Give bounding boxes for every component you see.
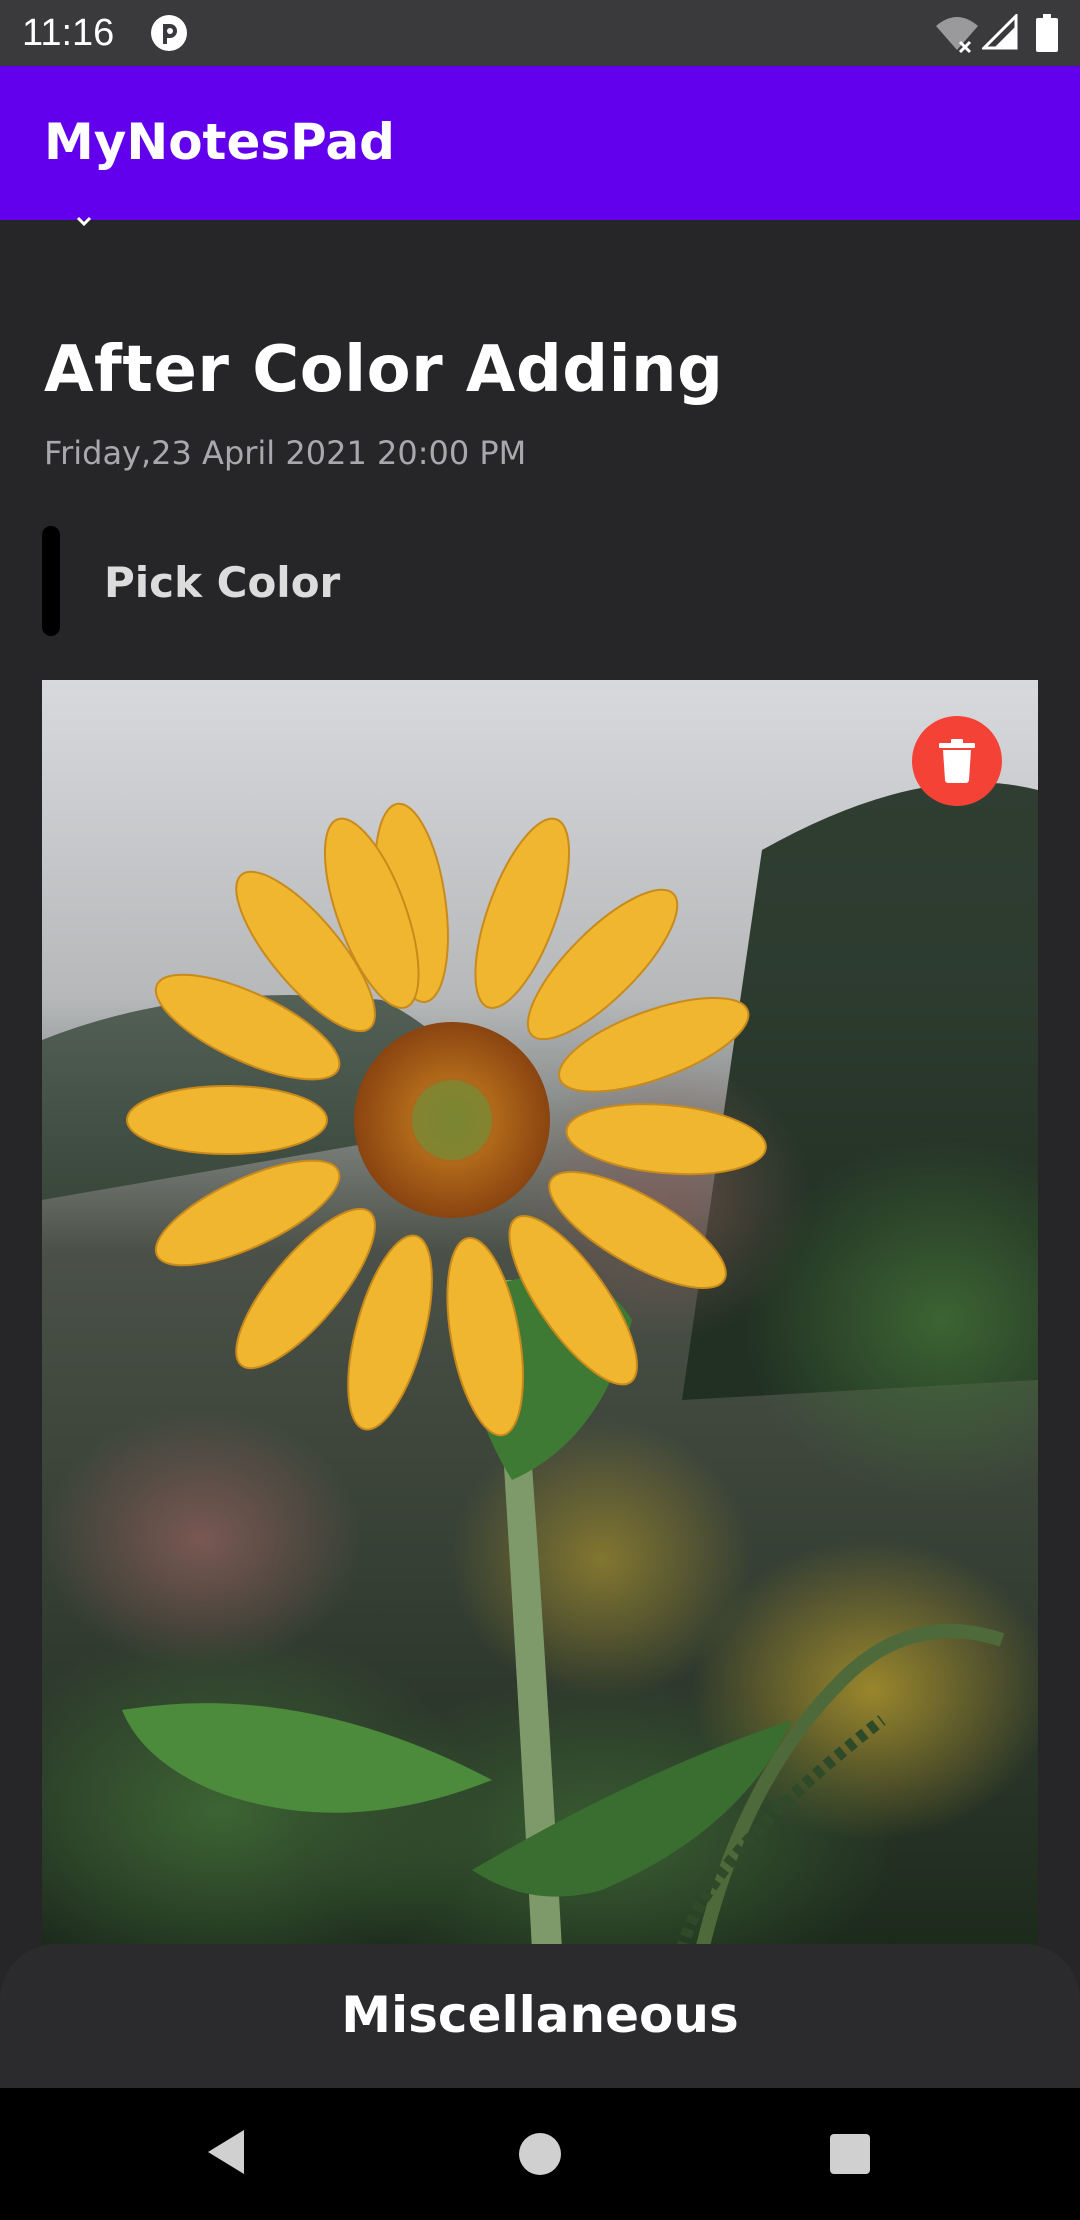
pick-color-button[interactable]: Pick Color xyxy=(104,556,340,610)
note-date: Friday,23 April 2021 20:00 PM xyxy=(44,434,527,472)
chevron-down-icon[interactable] xyxy=(70,216,98,230)
status-time: 11:16 xyxy=(22,12,115,54)
app-bar: MyNotesPad xyxy=(0,66,1080,220)
app-notification-icon xyxy=(151,15,187,51)
back-triangle-icon[interactable] xyxy=(204,2128,248,2176)
cell-signal-icon xyxy=(982,14,1018,50)
app-title: MyNotesPad xyxy=(44,113,395,171)
miscellaneous-label[interactable]: Miscellaneous xyxy=(0,1984,1080,2046)
sunflower-photo xyxy=(42,680,1038,1950)
wifi-off-icon xyxy=(936,17,978,54)
color-indicator xyxy=(42,526,60,636)
battery-icon xyxy=(1036,14,1058,52)
note-title[interactable]: After Color Adding xyxy=(44,328,723,412)
trash-icon xyxy=(939,739,975,783)
miscellaneous-sheet[interactable]: Miscellaneous xyxy=(0,1944,1080,2088)
status-bar: 11:16 xyxy=(0,0,1080,66)
system-nav-bar xyxy=(0,2088,1080,2220)
recents-square-icon[interactable] xyxy=(830,2134,870,2174)
home-circle-icon[interactable] xyxy=(518,2132,562,2176)
delete-image-button[interactable] xyxy=(912,716,1002,806)
